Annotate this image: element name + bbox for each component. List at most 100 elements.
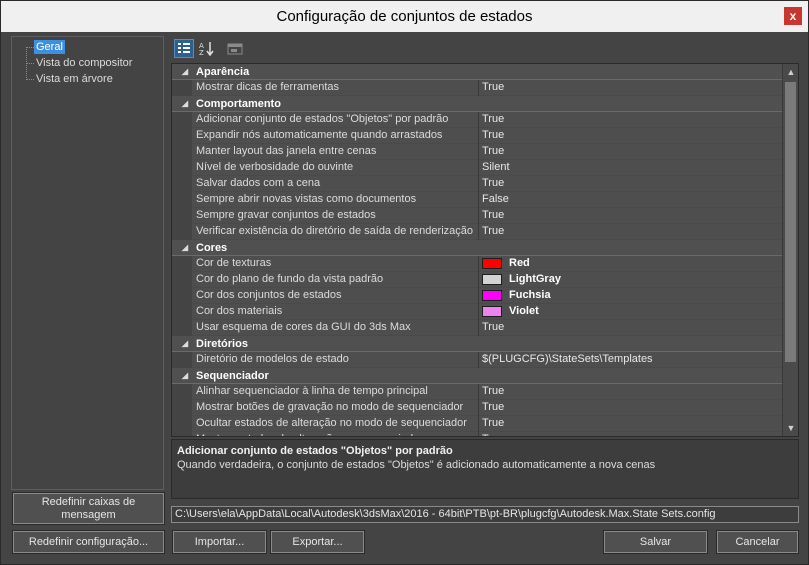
alphabetical-sort-button[interactable]: A Z (197, 39, 217, 58)
property-name: Sempre abrir novas vistas como documento… (196, 193, 417, 205)
column-separator (478, 80, 479, 96)
close-button[interactable]: x (784, 7, 802, 25)
property-name: Mostrar botões de gravação no modo de se… (196, 401, 464, 413)
property-value[interactable]: True (482, 416, 504, 431)
property-value[interactable]: Silent (482, 160, 510, 175)
property-row[interactable]: Adicionar conjunto de estados "Objetos" … (172, 112, 783, 128)
property-row[interactable]: Cor dos materiais Violet (172, 304, 783, 320)
scroll-up-icon[interactable]: ▲ (783, 64, 798, 80)
reset-config-button[interactable]: Redefinir configuração... (12, 530, 165, 554)
grid-scrollbar[interactable]: ▲ ▼ (782, 64, 798, 436)
property-value[interactable]: True (482, 208, 504, 223)
scroll-thumb[interactable] (785, 82, 796, 362)
color-swatch[interactable] (482, 274, 502, 285)
property-value[interactable]: LightGray (509, 272, 561, 287)
category-row[interactable]: ◢ Sequenciador (172, 368, 783, 384)
category-row[interactable]: ◢ Aparência (172, 64, 783, 80)
category-label: Cores (196, 242, 228, 254)
property-row[interactable]: Nível de verbosidade do ouvinte Silent (172, 160, 783, 176)
column-separator (478, 192, 479, 208)
tree-item-geral[interactable]: Geral (34, 40, 65, 54)
export-button[interactable]: Exportar... (270, 530, 365, 554)
property-value[interactable]: True (482, 384, 504, 399)
property-value[interactable]: Violet (509, 304, 539, 319)
property-value[interactable]: False (482, 192, 509, 207)
tree-item-vista-arvore[interactable]: Vista em árvore (34, 72, 115, 86)
property-row[interactable]: Sempre gravar conjuntos de estados True (172, 208, 783, 224)
color-swatch[interactable] (482, 290, 502, 301)
property-value[interactable]: Fuchsia (509, 288, 551, 303)
property-pages-icon (227, 43, 243, 55)
property-value[interactable]: True (482, 112, 504, 127)
property-row[interactable]: Expandir nós automaticamente quando arra… (172, 128, 783, 144)
property-pages-button[interactable] (225, 39, 245, 58)
category-row[interactable]: ◢ Comportamento (172, 96, 783, 112)
row-gutter (172, 256, 192, 272)
row-gutter (172, 352, 192, 368)
property-value[interactable]: Red (509, 256, 530, 271)
property-value[interactable]: True (482, 128, 504, 143)
property-row[interactable]: Manter layout das janela entre cenas True (172, 144, 783, 160)
property-row[interactable]: Mostrar botões de gravação no modo de se… (172, 400, 783, 416)
row-gutter (172, 384, 192, 400)
property-row[interactable]: Verificar existência do diretório de saí… (172, 224, 783, 240)
collapse-icon[interactable]: ◢ (180, 368, 190, 384)
svg-text:Z: Z (199, 49, 204, 56)
property-row[interactable]: Usar esquema de cores da GUI do 3ds Max T… (172, 320, 783, 336)
scroll-down-icon[interactable]: ▼ (783, 420, 798, 436)
category-label: Aparência (196, 66, 250, 78)
categorized-view-button[interactable] (174, 39, 194, 58)
property-grid: ◢ Aparência Mostrar dicas de ferramentas Tr… (171, 63, 799, 437)
property-row[interactable]: Ocultar estados de alteração no modo de … (172, 416, 783, 432)
property-value[interactable]: $(PLUGCFG)\StateSets\Templates (482, 352, 653, 367)
color-swatch[interactable] (482, 306, 502, 317)
row-gutter (172, 192, 192, 208)
row-gutter (172, 112, 192, 128)
reset-message-boxes-button[interactable]: Redefinir caixas de mensagem (12, 492, 165, 525)
category-row[interactable]: ◢ Cores (172, 240, 783, 256)
column-separator (478, 160, 479, 176)
column-separator (478, 256, 479, 272)
property-value[interactable]: True (482, 80, 504, 95)
collapse-icon[interactable]: ◢ (180, 240, 190, 256)
column-separator (478, 224, 479, 240)
property-value[interactable]: True (482, 144, 504, 159)
property-value[interactable]: True (482, 400, 504, 415)
property-name: Manter layout das janela entre cenas (196, 145, 377, 157)
property-value[interactable]: True (482, 176, 504, 191)
property-row[interactable]: Cor do plano de fundo da vista padrão Lig… (172, 272, 783, 288)
import-button[interactable]: Importar... (172, 530, 267, 554)
property-row[interactable]: Cor de texturas Red (172, 256, 783, 272)
property-name: Cor de texturas (196, 257, 272, 269)
alphabetical-sort-icon: A Z (199, 42, 214, 56)
config-path-field[interactable]: C:\Users\ela\AppData\Local\Autodesk\3dsM… (171, 506, 799, 523)
property-row[interactable]: Diretório de modelos de estado $(PLUGCFG)… (172, 352, 783, 368)
column-separator (478, 112, 479, 128)
collapse-icon[interactable]: ◢ (180, 96, 190, 112)
collapse-icon[interactable]: ◢ (180, 336, 190, 352)
row-gutter (172, 208, 192, 224)
color-swatch[interactable] (482, 258, 502, 269)
title-bar: Configuração de conjuntos de estados x (1, 1, 808, 32)
save-button[interactable]: Salvar (603, 530, 708, 554)
column-separator (478, 208, 479, 224)
property-row[interactable]: Cor dos conjuntos de estados Fuchsia (172, 288, 783, 304)
property-row[interactable]: Salvar dados com a cena True (172, 176, 783, 192)
collapse-icon[interactable]: ◢ (180, 64, 190, 80)
property-row[interactable]: Sempre abrir novas vistas como documento… (172, 192, 783, 208)
category-row[interactable]: ◢ Diretórios (172, 336, 783, 352)
tree-item-vista-compositor[interactable]: Vista do compositor (34, 56, 134, 70)
property-name: Mostrar estados de alteração no sequenci… (196, 432, 478, 436)
property-row[interactable]: Mostrar estados de alteração no sequenci… (172, 432, 783, 436)
property-row[interactable]: Alinhar sequenciador à linha de tempo pr… (172, 384, 783, 400)
property-value[interactable]: True (482, 320, 504, 335)
property-value[interactable]: True (482, 432, 504, 436)
column-separator (478, 272, 479, 288)
property-row[interactable]: Mostrar dicas de ferramentas True (172, 80, 783, 96)
property-name: Mostrar dicas de ferramentas (196, 81, 340, 93)
category-label: Comportamento (196, 98, 281, 110)
cancel-button[interactable]: Cancelar (716, 530, 799, 554)
property-value[interactable]: True (482, 224, 504, 239)
row-gutter (172, 176, 192, 192)
column-separator (478, 288, 479, 304)
